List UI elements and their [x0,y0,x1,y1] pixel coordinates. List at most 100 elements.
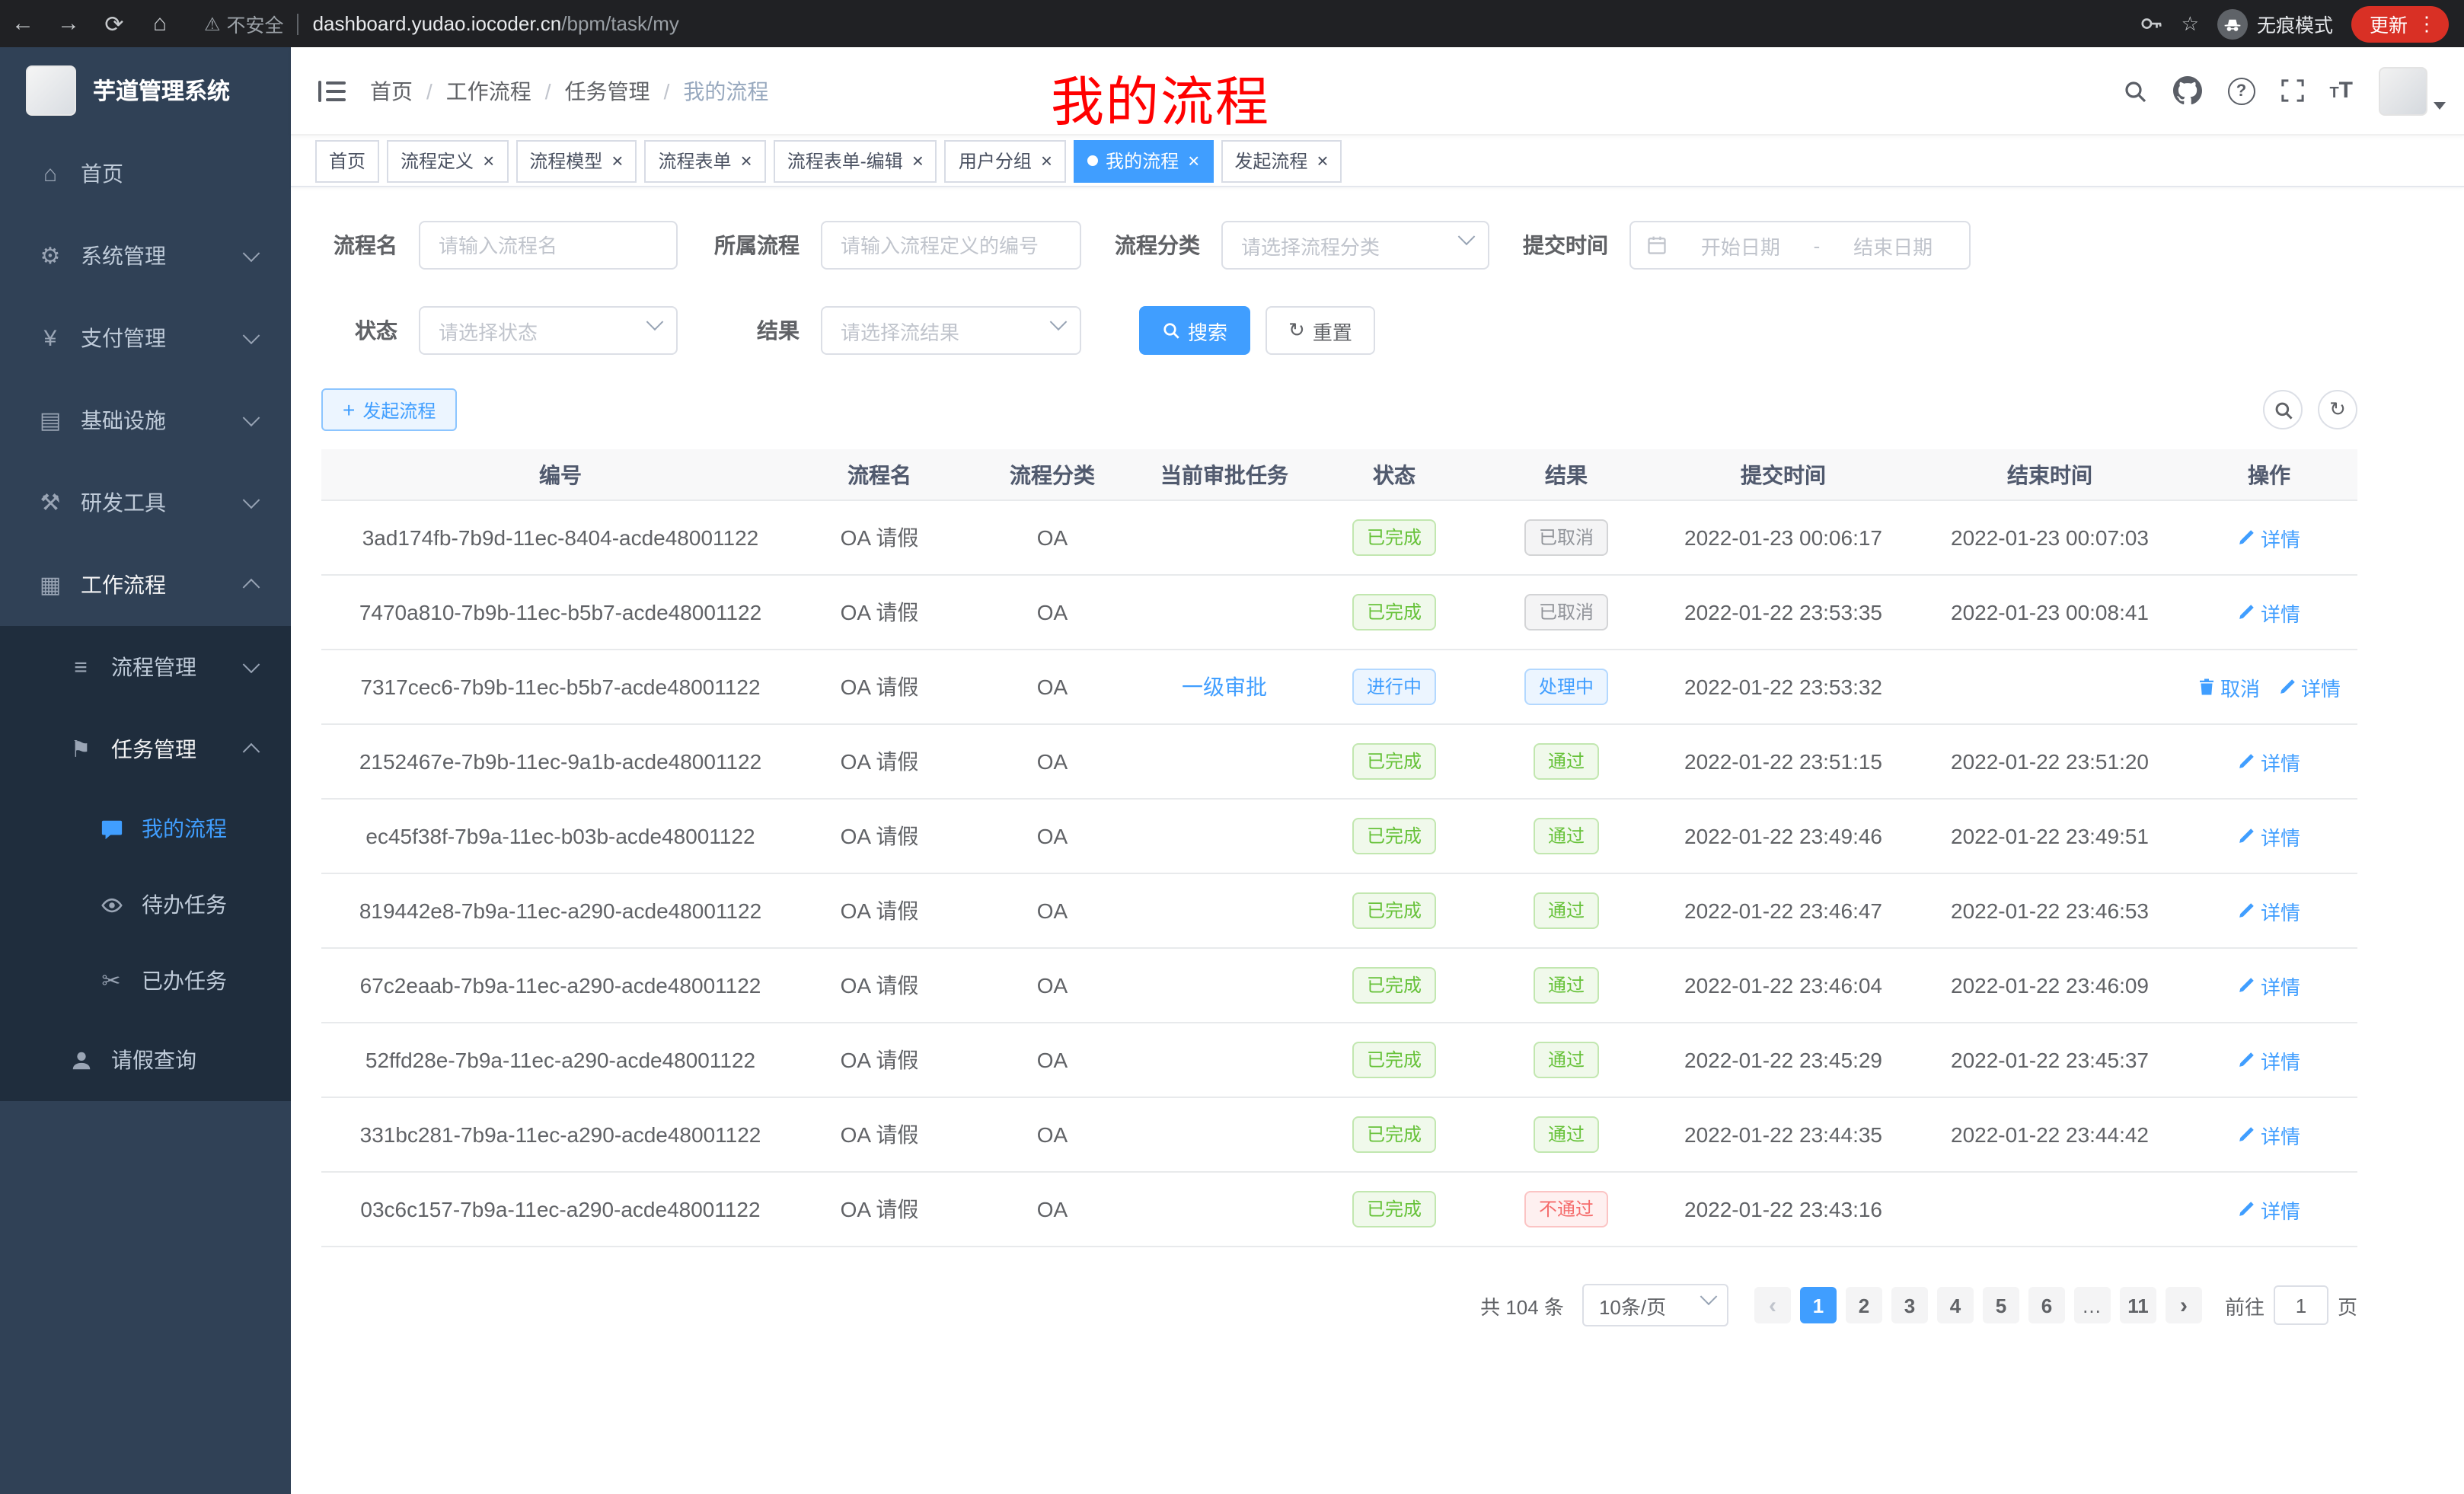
page-button-2[interactable]: 2 [1846,1287,1882,1323]
sidebar-item-请假查询[interactable]: 请假查询 [0,1019,291,1101]
tab-发起流程[interactable]: 发起流程× [1221,139,1342,182]
bookmark-star-icon[interactable]: ☆ [2182,11,2199,36]
address-bar[interactable]: ⚠ 不安全 dashboard.yudao.iocoder.cn/bpm/tas… [204,9,679,38]
cell-id: 52ffd28e-7b9a-11ec-a290-acde48001122 [321,1023,800,1097]
tab-流程表单[interactable]: 流程表单× [644,139,765,182]
update-button[interactable]: 更新 ⋮ [2351,5,2449,42]
table-body: 3ad174fb-7b9d-11ec-8404-acde48001122OA 请… [321,500,2357,1247]
sidebar-item-首页[interactable]: ⌂首页 [0,132,291,215]
task-link[interactable]: 一级审批 [1182,675,1267,699]
detail-link[interactable]: 详情 [2238,747,2300,776]
close-icon[interactable]: × [1317,151,1328,171]
tab-流程表单-编辑[interactable]: 流程表单-编辑× [774,139,937,182]
detail-link[interactable]: 详情 [2238,1120,2300,1149]
close-icon[interactable]: × [1041,151,1052,171]
fullscreen-icon[interactable] [2280,79,2303,102]
refresh-button[interactable]: ↻ [2318,390,2357,429]
tab-我的流程[interactable]: 我的流程× [1074,139,1213,182]
breadcrumb-item[interactable]: 任务管理 [565,75,650,106]
process-name-input[interactable] [419,221,678,270]
sidebar-item-流程管理[interactable]: ≡流程管理 [0,626,291,708]
sidebar-item-任务管理[interactable]: ⚑任务管理 [0,708,291,790]
tab-label: 首页 [329,148,365,174]
sidebar-collapse-icon[interactable] [318,78,346,103]
cell-actions: 详情 [2181,724,2357,799]
detail-link[interactable]: 详情 [2238,896,2300,925]
close-icon[interactable]: × [912,151,924,171]
process-definition-input[interactable] [821,221,1081,270]
detail-link[interactable]: 详情 [2238,822,2300,851]
sidebar-logo[interactable]: 芋道管理系统 [0,47,291,132]
reload-icon[interactable]: ⟳ [91,10,137,37]
breadcrumb-item[interactable]: 首页 [370,75,413,106]
result-tag: 处理中 [1525,669,1607,705]
cell-submit-time: 2022-01-22 23:46:47 [1648,873,1919,948]
home-icon[interactable]: ⌂ [137,11,183,37]
close-icon[interactable]: × [741,151,752,171]
next-page-button[interactable]: › [2166,1287,2202,1323]
sidebar-item-系统管理[interactable]: ⚙系统管理 [0,215,291,297]
page-button-5[interactable]: 5 [1983,1287,2019,1323]
sidebar-item-基础设施[interactable]: ▤基础设施 [0,379,291,461]
page-button-11[interactable]: 11 [2120,1287,2156,1323]
tab-用户分组[interactable]: 用户分组× [945,139,1066,182]
sidebar-item-我的流程[interactable]: 我的流程 [0,790,291,867]
result-select[interactable]: 请选择流结果 [821,306,1081,355]
sidebar-item-工作流程[interactable]: ▦工作流程 [0,544,291,626]
breadcrumb-separator: / [426,78,432,103]
detail-link[interactable]: 详情 [2238,523,2300,552]
page-button-1[interactable]: 1 [1800,1287,1837,1323]
sidebar-item-研发工具[interactable]: ⚒研发工具 [0,461,291,544]
search-icon[interactable] [2122,78,2146,103]
page-more-button[interactable]: … [2074,1287,2111,1323]
create-process-button[interactable]: + 发起流程 [321,388,457,431]
column-header: 状态 [1304,449,1485,500]
cell-submit-time: 2022-01-22 23:49:46 [1648,799,1919,873]
status-tag: 已完成 [1353,1191,1435,1227]
cell-current-task: 一级审批 [1145,650,1304,724]
column-header: 当前审批任务 [1145,449,1304,500]
tab-流程定义[interactable]: 流程定义× [387,139,508,182]
close-icon[interactable]: × [611,151,623,171]
detail-link[interactable]: 详情 [2278,672,2341,701]
submit-time-range-picker[interactable]: 开始日期 - 结束日期 [1629,221,1971,270]
page-button-3[interactable]: 3 [1891,1287,1928,1323]
goto-page-input[interactable] [2274,1285,2328,1325]
process-definition-label: 所属流程 [708,230,800,260]
breadcrumb-item[interactable]: 工作流程 [446,75,531,106]
detail-link[interactable]: 详情 [2238,1045,2300,1074]
user-menu[interactable] [2379,66,2446,115]
close-icon[interactable]: × [483,151,494,171]
gear-icon: ⚙ [34,242,67,270]
font-size-icon[interactable]: TT [2329,77,2353,104]
search-toggle-button[interactable] [2263,390,2303,429]
sidebar-item-已办任务[interactable]: ✂已办任务 [0,943,291,1019]
back-icon[interactable]: ← [0,11,46,37]
close-icon[interactable]: × [1188,151,1199,171]
prev-page-button[interactable]: ‹ [1754,1287,1791,1323]
detail-link[interactable]: 详情 [2238,598,2300,627]
sidebar-item-支付管理[interactable]: ¥支付管理 [0,297,291,379]
page-size-select[interactable]: 10条/页 [1582,1284,1728,1326]
forward-icon[interactable]: → [46,11,91,37]
detail-link[interactable]: 详情 [2238,1195,2300,1224]
page-button-4[interactable]: 4 [1937,1287,1974,1323]
cell-submit-time: 2022-01-22 23:43:16 [1648,1172,1919,1247]
status-placeholder: 请选择状态 [439,316,538,345]
help-icon[interactable]: ? [2227,77,2255,104]
cancel-link[interactable]: 取消 [2197,672,2260,701]
status-select[interactable]: 请选择状态 [419,306,678,355]
category-select[interactable]: 请选择流程分类 [1221,221,1489,270]
sidebar-item-待办任务[interactable]: 待办任务 [0,867,291,943]
github-icon[interactable] [2172,76,2201,105]
cell-id: 03c6c157-7b9a-11ec-a290-acde48001122 [321,1172,800,1247]
key-icon[interactable] [2140,12,2163,35]
tab-首页[interactable]: 首页 [315,139,379,182]
search-button[interactable]: 搜索 [1139,306,1250,355]
tab-流程模型[interactable]: 流程模型× [515,139,637,182]
page-button-6[interactable]: 6 [2028,1287,2065,1323]
detail-link[interactable]: 详情 [2238,971,2300,1000]
reset-button[interactable]: ↻ 重置 [1266,306,1375,355]
calendar-icon [1646,235,1668,256]
sidebar: 芋道管理系统 ⌂首页⚙系统管理¥支付管理▤基础设施⚒研发工具▦工作流程≡流程管理… [0,47,291,1494]
